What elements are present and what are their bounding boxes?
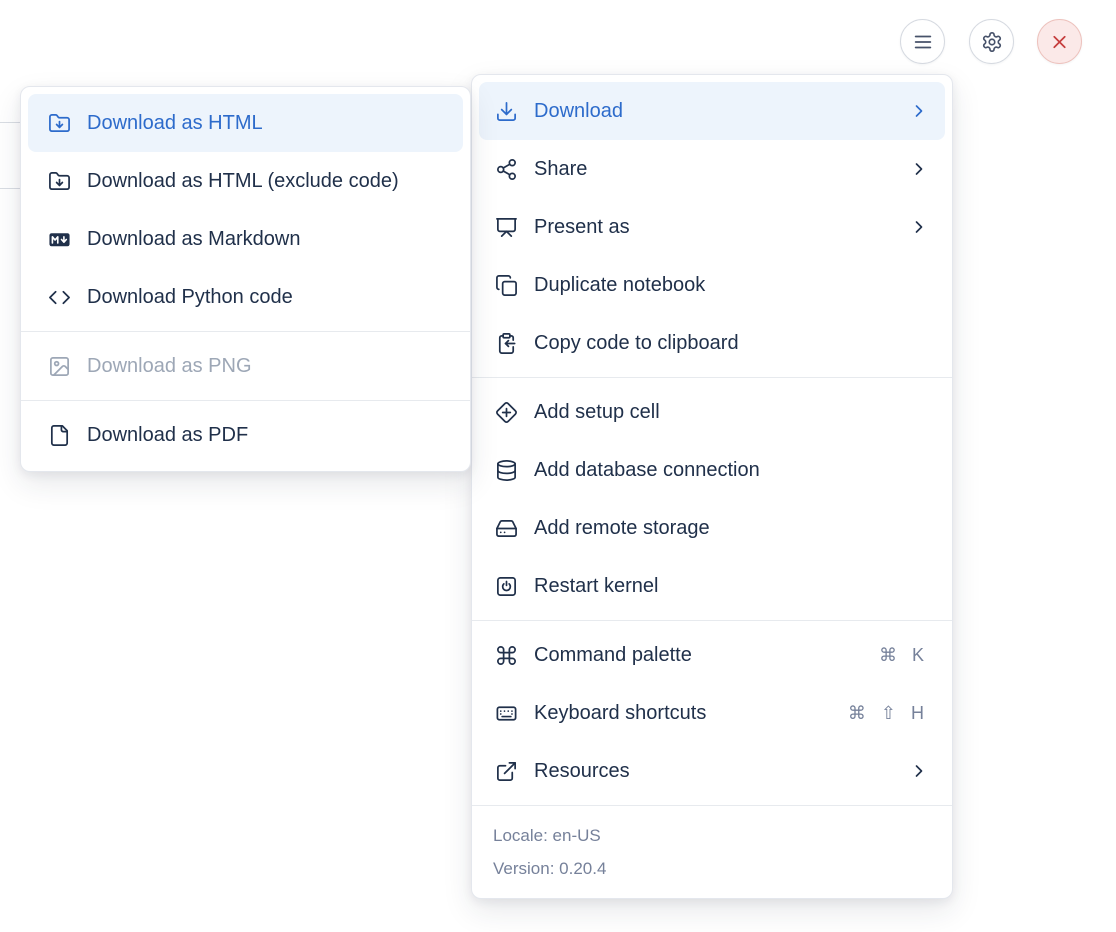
menu-item-share[interactable]: Share — [479, 140, 945, 198]
settings-button[interactable] — [969, 19, 1014, 64]
close-icon — [1049, 31, 1070, 52]
hamburger-menu-button[interactable] — [900, 19, 945, 64]
command-icon — [495, 644, 518, 667]
menu-item-label: Download as PDF — [87, 424, 443, 447]
background-edge-line — [0, 122, 20, 123]
download-submenu: Download as HTML Download as HTML (exclu… — [20, 86, 471, 472]
menu-item-label: Present as — [534, 216, 893, 239]
close-button[interactable] — [1037, 19, 1082, 64]
menu-separator — [472, 805, 952, 806]
menu-item-label: Add setup cell — [534, 401, 929, 424]
menu-item-label: Copy code to clipboard — [534, 332, 929, 355]
presentation-icon — [495, 216, 518, 239]
diamond-plus-icon — [495, 401, 518, 424]
download-icon — [495, 100, 518, 123]
menu-item-label: Keyboard shortcuts — [534, 702, 832, 725]
file-icon — [48, 424, 71, 447]
menu-item-add-database-connection[interactable]: Add database connection — [479, 441, 945, 499]
menu-item-download-as-html[interactable]: Download as HTML — [28, 94, 463, 152]
menu-item-download-as-html-exclude-code[interactable]: Download as HTML (exclude code) — [28, 152, 463, 210]
markdown-icon — [48, 228, 71, 251]
menu-item-label: Download as HTML (exclude code) — [87, 170, 443, 193]
menu-item-label: Download as Markdown — [87, 228, 443, 251]
chevron-right-icon — [909, 159, 929, 179]
menu-item-label: Add database connection — [534, 459, 929, 482]
notebook-menu: Download Share Present as Duplicate note… — [471, 74, 953, 899]
menu-item-label: Share — [534, 158, 893, 181]
database-icon — [495, 459, 518, 482]
share-icon — [495, 158, 518, 181]
menu-item-copy-code[interactable]: Copy code to clipboard — [479, 314, 945, 372]
menu-item-download-as-markdown[interactable]: Download as Markdown — [28, 210, 463, 268]
menu-item-download-python-code[interactable]: Download Python code — [28, 268, 463, 326]
menu-item-label: Download as HTML — [87, 112, 443, 135]
menu-footer: Locale: en-US Version: 0.20.4 — [479, 811, 945, 891]
keyboard-shortcut-hint: ⌘ ⇧ H — [848, 703, 929, 724]
chevron-right-icon — [909, 217, 929, 237]
chevron-right-icon — [909, 761, 929, 781]
menu-item-label: Duplicate notebook — [534, 274, 929, 297]
folder-down-icon — [48, 170, 71, 193]
hard-drive-icon — [495, 517, 518, 540]
menu-item-download[interactable]: Download — [479, 82, 945, 140]
chevron-right-icon — [909, 101, 929, 121]
menu-separator — [472, 620, 952, 621]
copy-icon — [495, 274, 518, 297]
menu-item-label: Command palette — [534, 644, 863, 667]
version-text: Version: 0.20.4 — [493, 852, 931, 885]
menu-item-resources[interactable]: Resources — [479, 742, 945, 800]
menu-item-label: Restart kernel — [534, 575, 929, 598]
external-link-icon — [495, 760, 518, 783]
code-icon — [48, 286, 71, 309]
menu-item-command-palette[interactable]: Command palette ⌘ K — [479, 626, 945, 684]
menu-item-download-as-png[interactable]: Download as PNG — [28, 337, 463, 395]
keyboard-shortcut-hint: ⌘ K — [879, 645, 929, 666]
clipboard-arrow-icon — [495, 332, 518, 355]
menu-separator — [21, 400, 470, 401]
hamburger-icon — [912, 31, 934, 53]
folder-down-icon — [48, 112, 71, 135]
locale-text: Locale: en-US — [493, 819, 931, 852]
menu-item-add-remote-storage[interactable]: Add remote storage — [479, 499, 945, 557]
menu-item-label: Download as PNG — [87, 355, 443, 378]
background-edge-line — [0, 188, 20, 189]
square-power-icon — [495, 575, 518, 598]
menu-separator — [472, 377, 952, 378]
image-icon — [48, 355, 71, 378]
menu-item-keyboard-shortcuts[interactable]: Keyboard shortcuts ⌘ ⇧ H — [479, 684, 945, 742]
menu-item-restart-kernel[interactable]: Restart kernel — [479, 557, 945, 615]
menu-item-label: Download Python code — [87, 286, 443, 309]
menu-item-label: Download — [534, 100, 893, 123]
menu-item-add-setup-cell[interactable]: Add setup cell — [479, 383, 945, 441]
gear-icon — [981, 31, 1003, 53]
menu-item-present-as[interactable]: Present as — [479, 198, 945, 256]
menu-item-label: Resources — [534, 760, 893, 783]
menu-item-label: Add remote storage — [534, 517, 929, 540]
menu-separator — [21, 331, 470, 332]
menu-item-download-as-pdf[interactable]: Download as PDF — [28, 406, 463, 464]
keyboard-icon — [495, 702, 518, 725]
menu-item-duplicate-notebook[interactable]: Duplicate notebook — [479, 256, 945, 314]
